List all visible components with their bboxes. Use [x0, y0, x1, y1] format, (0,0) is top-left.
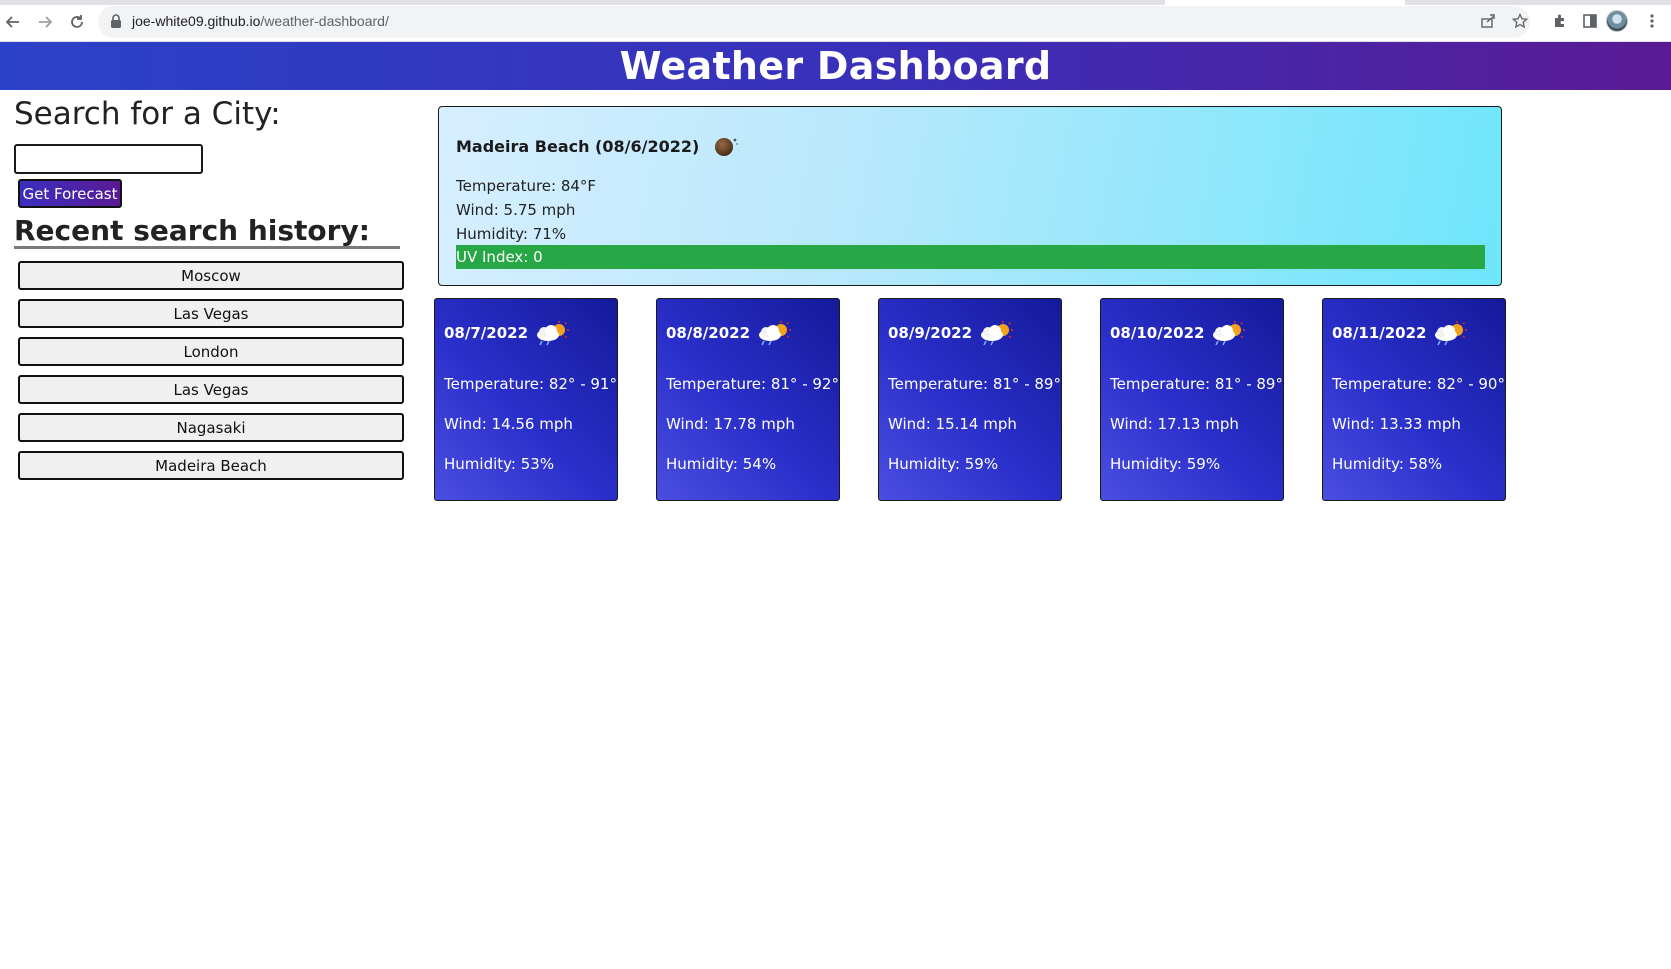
url-text[interactable]: joe-white09.github.io/weather-dashboard/ [132, 13, 389, 29]
forecast-wind: Wind: 15.14 mph [888, 415, 1017, 433]
forecast-temperature: Temperature: 81° - 89°F [888, 375, 1070, 393]
forecast-wind: Wind: 17.78 mph [666, 415, 795, 433]
forecast-date: 08/11/2022 [1332, 324, 1427, 342]
rain-sun-icon [756, 320, 792, 346]
reload-icon[interactable] [64, 9, 90, 35]
url-path: /weather-dashboard/ [260, 13, 389, 29]
forecast-card: 08/10/2022 Temperature: 81° - 89°F Wind:… [1100, 298, 1292, 501]
current-weather-heading: Madeira Beach (08/6/2022) [456, 135, 739, 157]
extensions-icon[interactable] [1550, 11, 1570, 31]
current-humidity: Humidity: 71% [456, 225, 567, 243]
active-tab-indicator [1165, 0, 1405, 5]
forecast-humidity: Humidity: 59% [888, 455, 999, 473]
bookmark-star-icon[interactable] [1510, 11, 1530, 31]
current-weather-card: Madeira Beach (08/6/2022) Temperature: 8… [438, 106, 1502, 286]
forecast-wind: Wind: 14.56 mph [444, 415, 573, 433]
history-item-button[interactable]: Moscow [18, 261, 404, 290]
back-icon[interactable] [0, 9, 26, 35]
forecast-humidity: Humidity: 58% [1332, 455, 1443, 473]
forecast-date-row: 08/10/2022 [1110, 320, 1246, 346]
forecast-date: 08/10/2022 [1110, 324, 1205, 342]
history-item-button[interactable]: Las Vegas [18, 299, 404, 328]
menu-kebab-icon[interactable] [1642, 11, 1662, 31]
page-header: Weather Dashboard [0, 42, 1671, 90]
uv-index-badge: UV Index: 0 [456, 245, 1485, 269]
forecast-humidity: Humidity: 53% [444, 455, 555, 473]
current-temperature: Temperature: 84°F [456, 177, 597, 195]
forecast-card: 08/8/2022 Temperature: 81° - 92°F Wind: … [656, 298, 848, 501]
forecast-temperature: Temperature: 81° - 89°F [1110, 375, 1292, 393]
history-heading: Recent search history: [14, 214, 370, 247]
search-heading: Search for a City: [14, 96, 281, 132]
rain-sun-icon [534, 320, 570, 346]
current-city-date: Madeira Beach (08/6/2022) [456, 136, 700, 156]
forecast-date-row: 08/11/2022 [1332, 320, 1468, 346]
rain-sun-icon [978, 320, 1014, 346]
forecast-date: 08/7/2022 [444, 324, 529, 342]
lock-icon[interactable] [110, 14, 122, 28]
browser-toolbar: joe-white09.github.io/weather-dashboard/ [0, 0, 1671, 42]
forecast-temperature: Temperature: 82° - 90°F [1332, 375, 1514, 393]
forward-icon[interactable] [32, 9, 58, 35]
url-host: joe-white09.github.io [132, 13, 261, 29]
profile-avatar[interactable] [1606, 10, 1628, 32]
address-bar[interactable]: joe-white09.github.io/weather-dashboard/ [98, 6, 1530, 38]
forecast-humidity: Humidity: 59% [1110, 455, 1221, 473]
history-list: Moscow Las Vegas London Las Vegas Nagasa… [18, 261, 404, 489]
forecast-card: 08/11/2022 Temperature: 82° - 90°F Wind:… [1322, 298, 1514, 501]
rain-sun-icon [1432, 320, 1468, 346]
city-search-input[interactable] [14, 144, 203, 174]
rain-sun-icon [1210, 320, 1246, 346]
history-item-button[interactable]: Las Vegas [18, 375, 404, 404]
history-item-button[interactable]: Nagasaki [18, 413, 404, 442]
forecast-card: 08/9/2022 Temperature: 81° - 89°F Wind: … [878, 298, 1070, 501]
page-title: Weather Dashboard [619, 44, 1052, 88]
forecast-date-row: 08/8/2022 [666, 320, 792, 346]
forecast-card: 08/7/2022 Temperature: 82° - 91°F Wind: … [434, 298, 626, 501]
forecast-humidity: Humidity: 54% [666, 455, 777, 473]
current-wind: Wind: 5.75 mph [456, 201, 576, 219]
forecast-temperature: Temperature: 82° - 91°F [444, 375, 626, 393]
forecast-date-row: 08/7/2022 [444, 320, 570, 346]
forecast-temperature: Temperature: 81° - 92°F [666, 375, 848, 393]
get-forecast-button[interactable]: Get Forecast [18, 179, 122, 208]
forecast-date-row: 08/9/2022 [888, 320, 1014, 346]
history-item-button[interactable]: London [18, 337, 404, 366]
history-item-button[interactable]: Madeira Beach [18, 451, 404, 480]
share-icon[interactable] [1478, 11, 1498, 31]
history-divider [14, 246, 400, 249]
forecast-date: 08/8/2022 [666, 324, 751, 342]
moon-night-icon [713, 135, 739, 157]
forecast-wind: Wind: 17.13 mph [1110, 415, 1239, 433]
forecast-wind: Wind: 13.33 mph [1332, 415, 1461, 433]
tab-strip [0, 0, 1671, 5]
side-panel-icon[interactable] [1580, 11, 1600, 31]
forecast-date: 08/9/2022 [888, 324, 973, 342]
